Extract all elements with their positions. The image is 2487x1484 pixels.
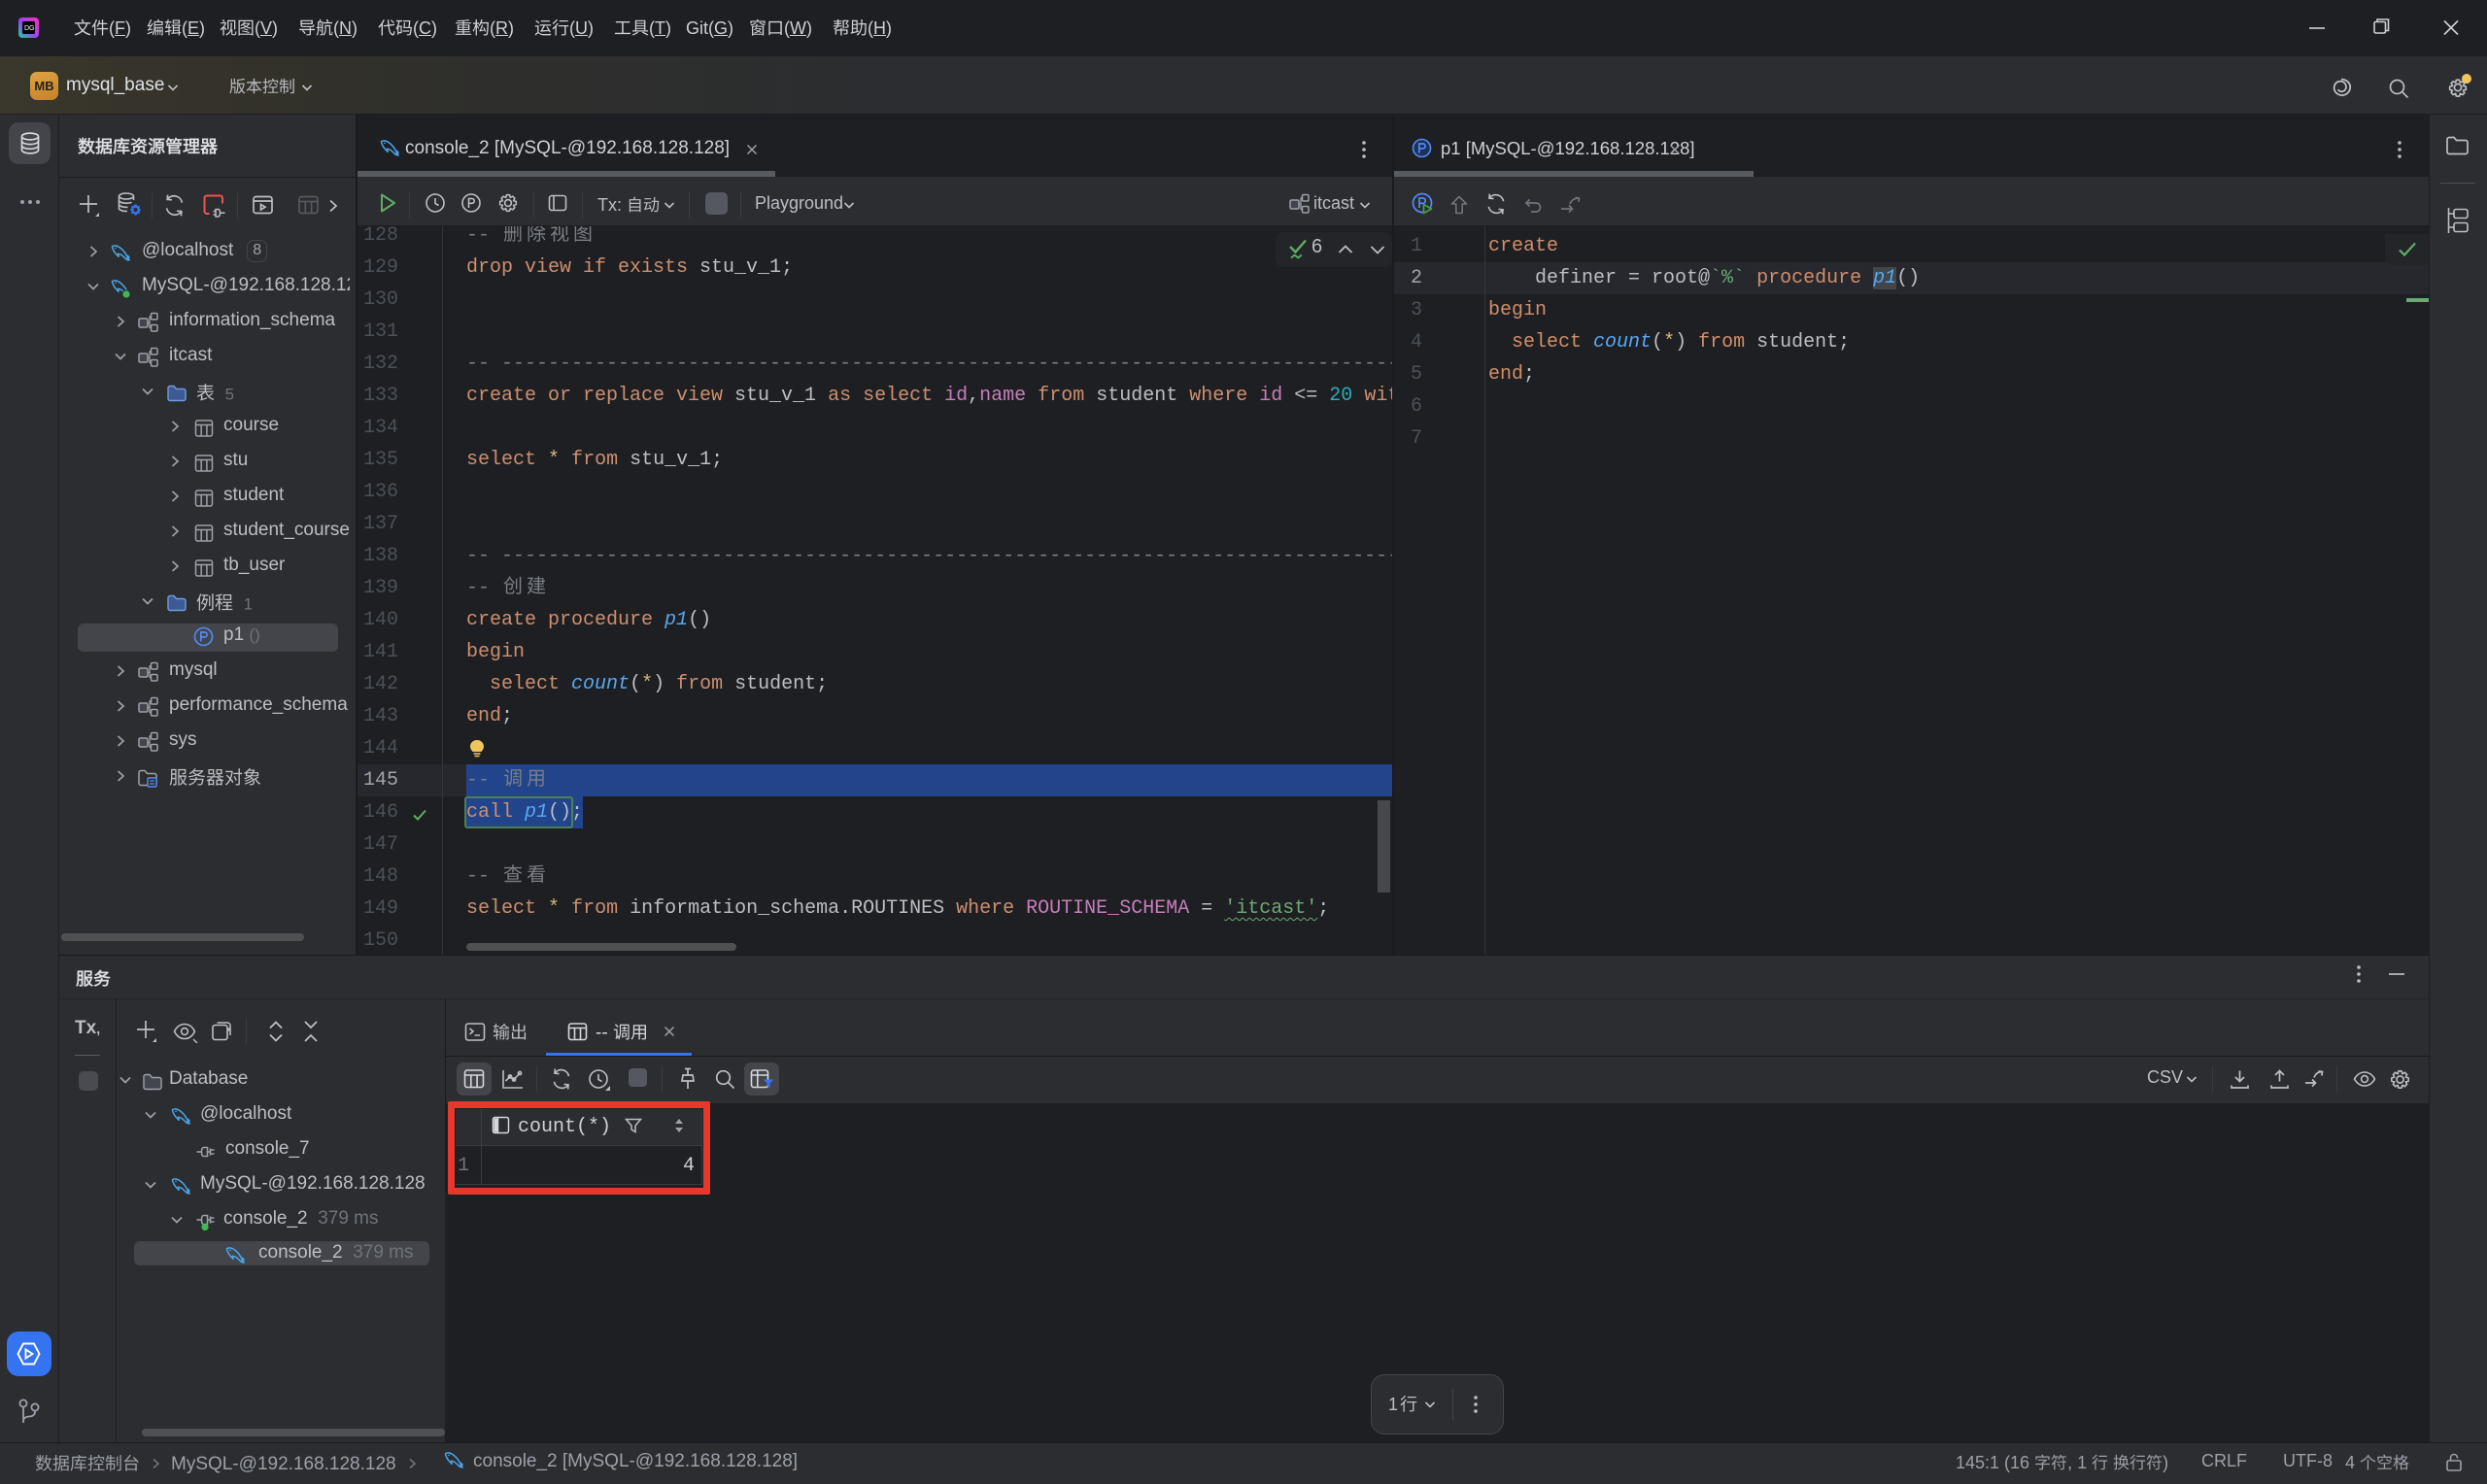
svg-text:DG: DG: [24, 25, 35, 32]
